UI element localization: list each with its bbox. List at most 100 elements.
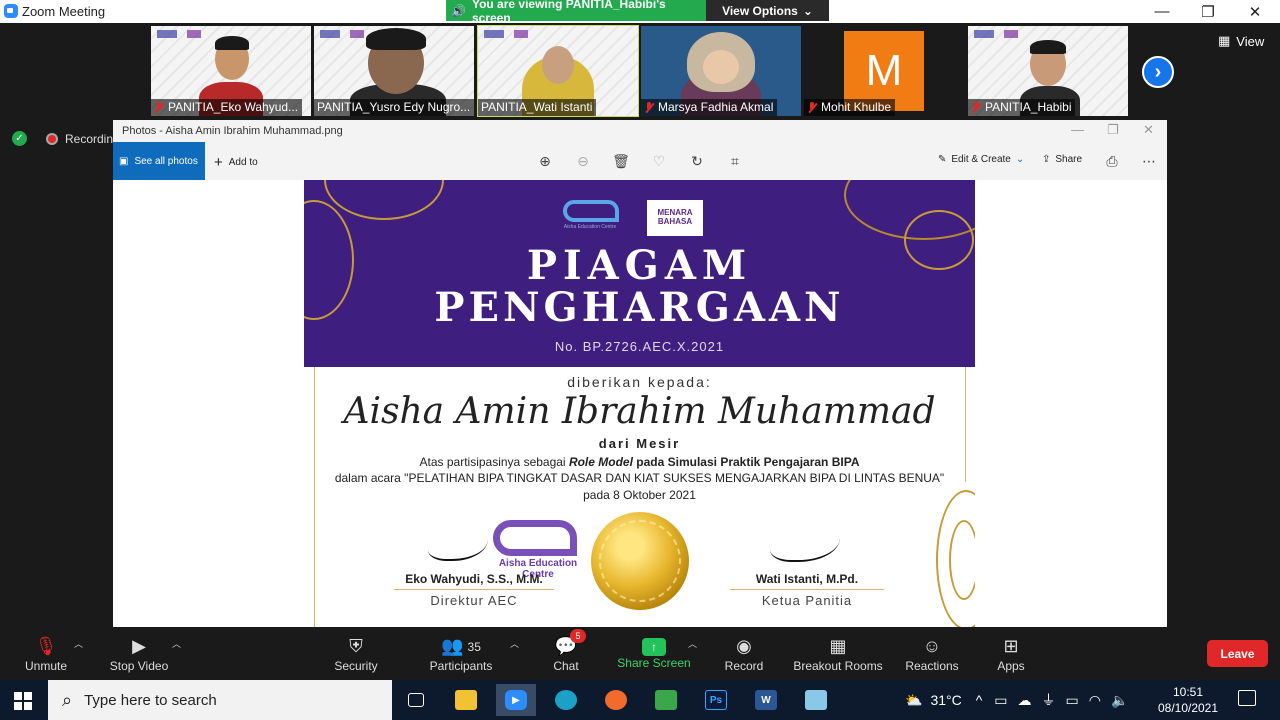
- plus-icon: +: [214, 154, 223, 171]
- clock-time: 10:51: [1172, 685, 1204, 699]
- event-line: dalam acara "PELATIHAN BIPA TINGKAT DASA…: [334, 471, 945, 485]
- mic-muted-icon: [644, 102, 654, 113]
- signer1-name: Eko Wahyudi, S.S., M.M.: [405, 572, 543, 586]
- shield-check-icon[interactable]: ✓: [12, 131, 27, 146]
- zoom-taskbar-icon[interactable]: ▶: [496, 684, 536, 716]
- participation-line: Atas partisipasinya sebagai Role Model p…: [419, 455, 860, 469]
- mic-muted-icon: 🎙: [34, 636, 58, 656]
- participant-name: PANITIA_Wati Istanti: [478, 99, 597, 116]
- firefox-icon[interactable]: [596, 684, 636, 716]
- leave-button[interactable]: Leave: [1207, 640, 1268, 667]
- notes-app-icon[interactable]: [796, 684, 836, 716]
- windows-taskbar: ⌕ Type here to search ▶ Ps W ⛅ 31°C ^ ▭ …: [0, 680, 1280, 720]
- taskbar-clock[interactable]: 10:51 08/10/2021: [1152, 684, 1224, 716]
- signer1-role: Direktur AEC: [430, 593, 518, 608]
- photos-window: Photos - Aisha Amin Ibrahim Muhammad.png…: [113, 120, 1167, 627]
- search-placeholder: Type here to search: [84, 691, 217, 709]
- battery-icon[interactable]: ▭: [1066, 692, 1079, 709]
- add-to-button[interactable]: + Add to: [214, 154, 258, 171]
- photos-title-bar: Photos - Aisha Amin Ibrahim Muhammad.png…: [113, 120, 1167, 142]
- photos-minimize-button[interactable]: —: [1071, 122, 1084, 137]
- volume-icon[interactable]: 🔈: [1111, 692, 1128, 709]
- share-options-caret[interactable]: ︿: [688, 637, 697, 650]
- zoom-app-icon: [4, 4, 18, 18]
- crop-icon[interactable]: ⌗: [726, 152, 744, 170]
- wifi-icon[interactable]: ◠: [1089, 692, 1101, 709]
- video-camera-icon: ▶: [132, 636, 146, 656]
- meet-now-icon[interactable]: ▭: [994, 692, 1007, 709]
- edit-create-button[interactable]: ✎ Edit & Create ⌄: [938, 154, 1024, 165]
- more-icon[interactable]: ⋯: [1140, 152, 1158, 170]
- share-button[interactable]: ⇪ Share: [1042, 154, 1082, 165]
- print-icon[interactable]: ⎙: [1103, 152, 1121, 170]
- photos-close-button[interactable]: ✕: [1143, 122, 1154, 138]
- mic-muted-icon: [807, 102, 817, 113]
- video-tile-active[interactable]: PANITIA_Wati Istanti: [477, 25, 639, 117]
- view-options-button[interactable]: View Options ⌄: [706, 0, 829, 21]
- stop-video-button[interactable]: ▶ Stop Video: [104, 627, 174, 680]
- video-tile[interactable]: PANITIA_Yusro Edy Nugro...: [314, 26, 474, 116]
- given-to-label: diberikan kepada:: [567, 374, 712, 390]
- video-tile[interactable]: M Mohit Khulbe: [804, 26, 964, 116]
- smiley-icon: ☺: [922, 636, 942, 656]
- weather-temp[interactable]: 31°C: [930, 692, 961, 708]
- taskbar-search-box[interactable]: ⌕ Type here to search: [48, 680, 392, 720]
- edge-icon[interactable]: [546, 684, 586, 716]
- cloud-icon[interactable]: ☁: [1018, 692, 1032, 709]
- zoom-out-icon[interactable]: ⊖: [574, 152, 592, 170]
- word-icon[interactable]: W: [746, 684, 786, 716]
- reactions-button[interactable]: ☺ Reactions: [902, 627, 962, 680]
- unmute-button[interactable]: 🎙 Unmute: [16, 627, 76, 680]
- participant-name: Marsya Fadhia Akmal: [641, 99, 778, 116]
- security-button[interactable]: ⛨ Security: [326, 627, 386, 680]
- participant-name: PANITIA_Eko Wahyud...: [151, 99, 303, 116]
- share-screen-button[interactable]: ↑ Share Screen: [616, 627, 692, 680]
- windows-start-icon[interactable]: [14, 692, 32, 710]
- task-view-icon[interactable]: [396, 684, 436, 716]
- photos-maximize-button[interactable]: ❐: [1107, 122, 1119, 138]
- certificate-title-line2: PENGHARGAAN: [434, 284, 845, 331]
- view-button[interactable]: ▦ View: [1218, 33, 1264, 49]
- heart-icon[interactable]: ♡: [650, 152, 668, 170]
- video-tile[interactable]: PANITIA_Habibi: [968, 26, 1128, 116]
- apps-icon: ⊞: [1003, 636, 1019, 656]
- video-tile[interactable]: PANITIA_Eko Wahyud...: [151, 26, 311, 116]
- notification-icon[interactable]: [1238, 690, 1256, 706]
- certificate-header: Aisha Education Centre MENARA BAHASA PIA…: [304, 180, 975, 367]
- view-label: View: [1236, 33, 1265, 49]
- recording-icon: [46, 133, 58, 145]
- shield-icon: ⛨: [349, 636, 363, 656]
- video-tile[interactable]: Marsya Fadhia Akmal: [641, 26, 801, 116]
- photoshop-icon[interactable]: Ps: [696, 684, 736, 716]
- minimize-button[interactable]: —: [1139, 0, 1185, 23]
- photos-title: Photos - Aisha Amin Ibrahim Muhammad.png: [122, 125, 343, 137]
- video-options-caret[interactable]: ︿: [172, 637, 181, 650]
- photos-toolbar: ▣ See all photos + Add to ⊕ ⊖ 🗑 ♡ ↻ ⌗ ✎ …: [113, 142, 1167, 180]
- breakout-rooms-button[interactable]: ▦ Breakout Rooms: [790, 627, 886, 680]
- signer2-name: Wati Istanti, M.Pd.: [755, 572, 859, 586]
- participants-button[interactable]: 👥 35 Participants: [424, 627, 498, 680]
- photo-icon: ▣: [119, 155, 129, 167]
- audio-options-caret[interactable]: ︿: [74, 637, 83, 650]
- share-screen-icon: ↑: [642, 637, 666, 656]
- file-explorer-icon[interactable]: [446, 684, 486, 716]
- rotate-icon[interactable]: ↻: [688, 152, 706, 170]
- zoom-in-icon[interactable]: ⊕: [536, 152, 554, 170]
- see-all-photos-button[interactable]: ▣ See all photos: [113, 142, 205, 180]
- certificate-title-line1: PIAGAM: [526, 242, 753, 289]
- delete-icon[interactable]: 🗑: [612, 152, 630, 170]
- edit-icon: ✎: [938, 154, 947, 165]
- video-strip: PANITIA_Eko Wahyud... PANITIA_Yusro Edy …: [0, 23, 1280, 119]
- green-app-icon[interactable]: [646, 684, 686, 716]
- next-page-button[interactable]: ›: [1142, 56, 1174, 88]
- close-button[interactable]: ✕: [1232, 0, 1278, 23]
- record-button[interactable]: ◉ Record: [720, 627, 768, 680]
- apps-button[interactable]: ⊞ Apps: [990, 627, 1032, 680]
- signer2-role: Ketua Panitia: [761, 593, 853, 608]
- usb-icon[interactable]: ⏚: [1042, 690, 1056, 710]
- maximize-button[interactable]: ❐: [1185, 0, 1231, 23]
- participant-name: Mohit Khulbe: [804, 99, 896, 116]
- participants-options-caret[interactable]: ︿: [510, 637, 519, 650]
- participant-name: PANITIA_Yusro Edy Nugro...: [314, 99, 474, 116]
- chevron-up-icon[interactable]: ^: [976, 692, 983, 708]
